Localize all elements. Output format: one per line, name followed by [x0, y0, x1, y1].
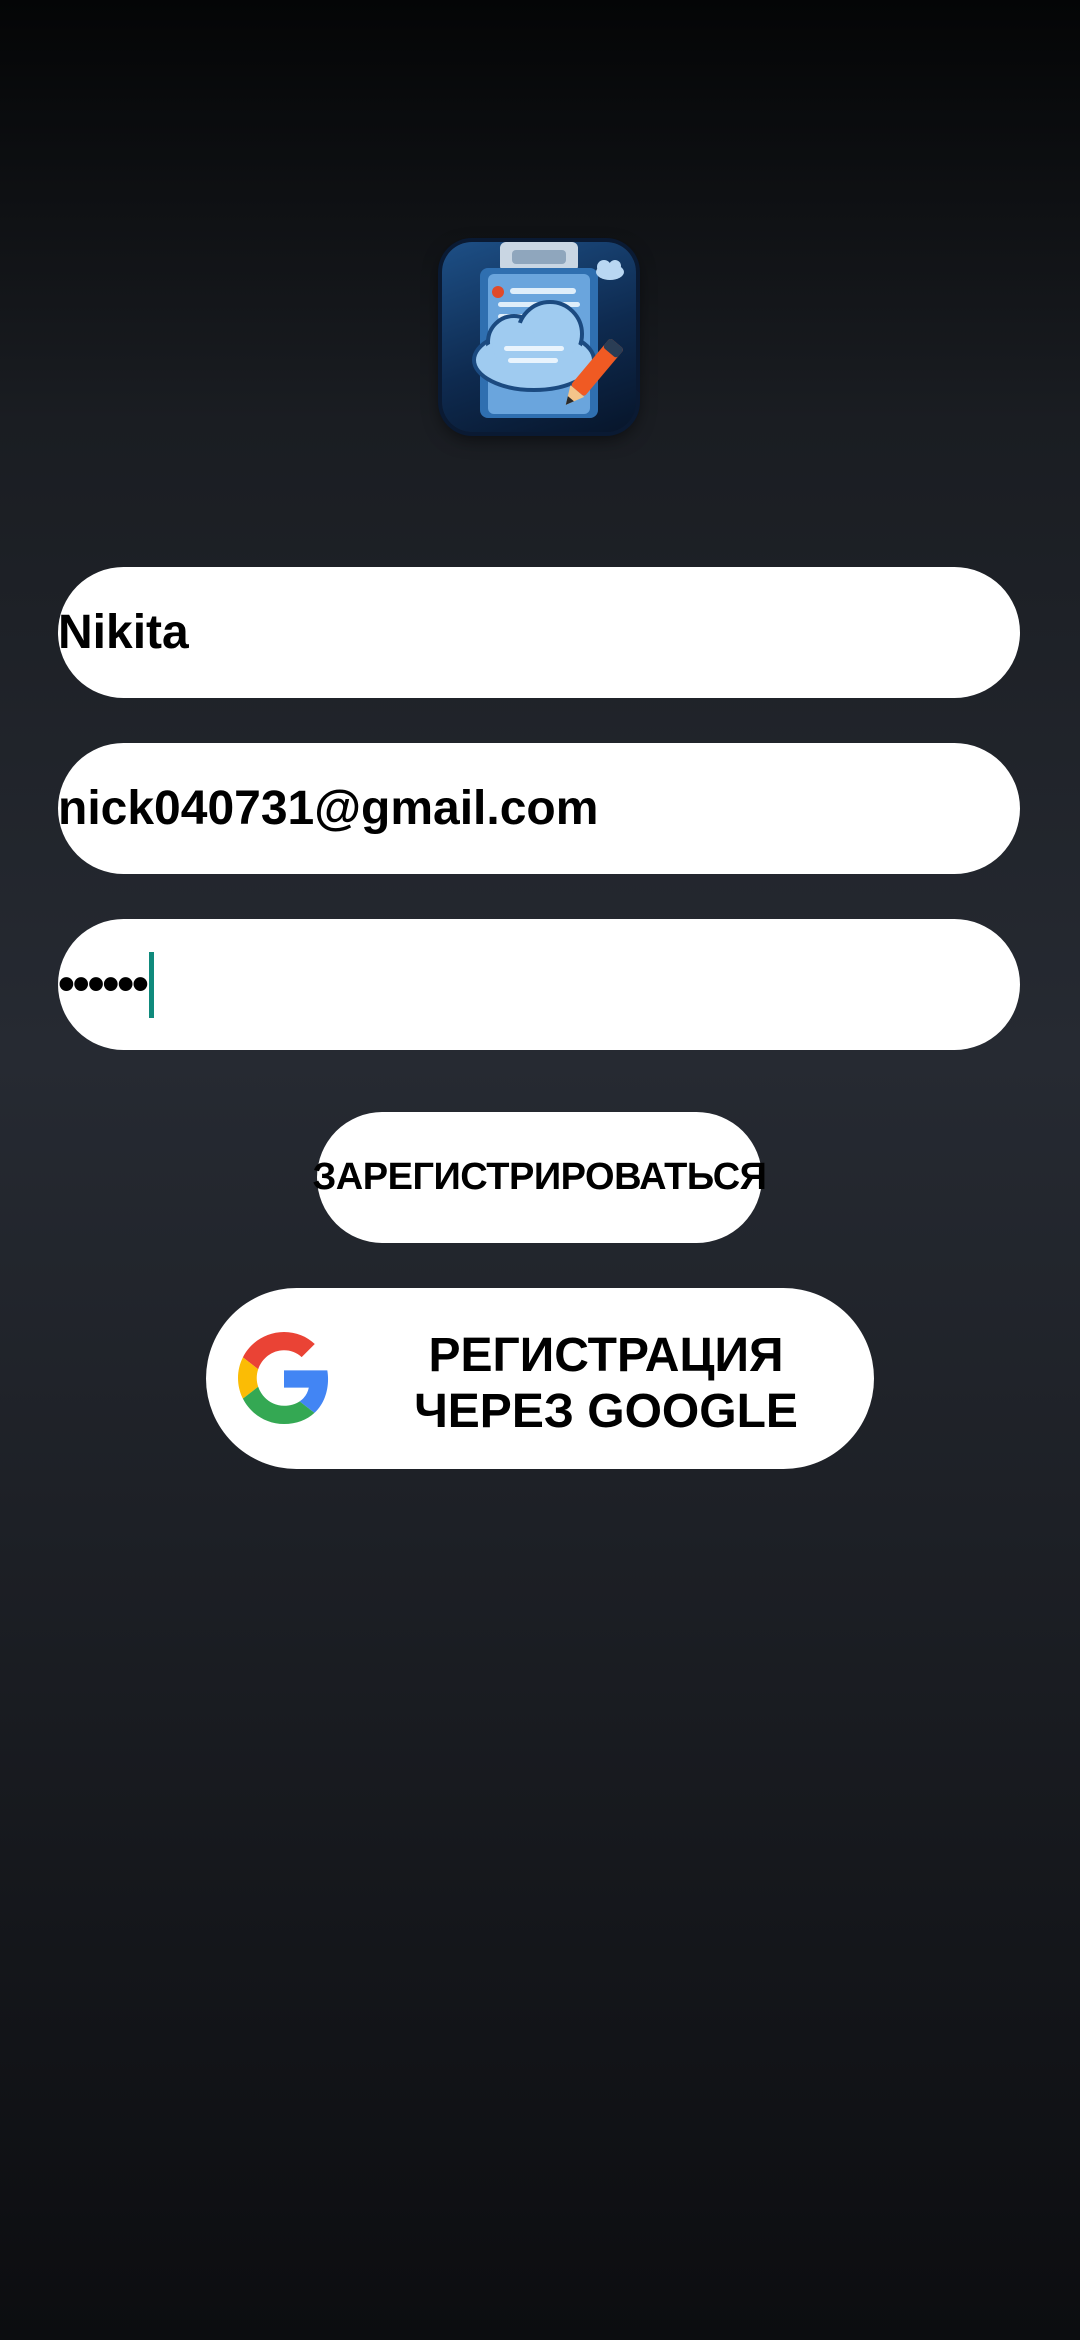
google-register-label: РЕГИСТРАЦИЯ ЧЕРЕЗ GOOGLE	[396, 1328, 816, 1440]
register-button[interactable]: ЗАРЕГИСТРИРОВАТЬСЯ	[313, 1112, 767, 1243]
google-label-line2: ЧЕРЕЗ GOOGLE	[414, 1385, 798, 1438]
text-cursor	[148, 951, 154, 1018]
name-field[interactable]: Nikita	[58, 567, 1020, 698]
password-masked-value: ••••••	[58, 958, 149, 1011]
email-field[interactable]: nick040731@gmail.com	[58, 743, 1020, 874]
google-label-line1: РЕГИСТРАЦИЯ	[428, 1329, 784, 1382]
google-g-icon	[238, 1332, 330, 1424]
password-field[interactable]: ••••••	[58, 919, 1020, 1050]
email-value: nick040731@gmail.com	[58, 782, 599, 835]
app-logo-icon	[442, 242, 636, 432]
google-register-button[interactable]: РЕГИСТРАЦИЯ ЧЕРЕЗ GOOGLE	[206, 1288, 874, 1469]
name-value: Nikita	[58, 606, 189, 659]
